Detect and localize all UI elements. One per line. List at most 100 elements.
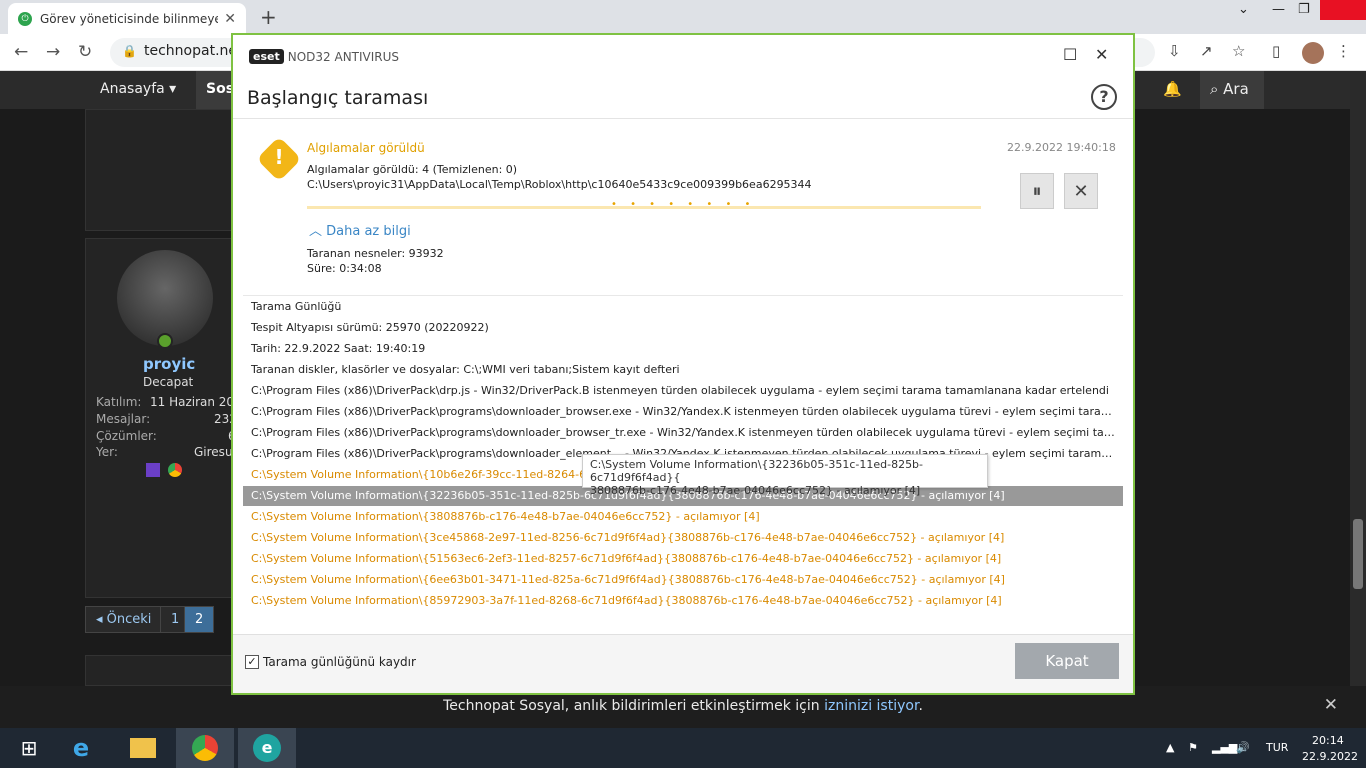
tray-chevron-icon[interactable]: ▲	[1166, 741, 1174, 754]
notice-end: .	[918, 698, 923, 714]
search-button[interactable]: ⌕ Ara	[1200, 71, 1264, 109]
close-window-button[interactable]	[1320, 0, 1366, 20]
help-icon[interactable]: ?	[1091, 84, 1117, 110]
bell-icon[interactable]: 🔔	[1163, 80, 1182, 98]
eset-logo: eset NOD32 ANTIVIRUS	[249, 49, 399, 64]
taskbar-chrome[interactable]	[176, 728, 234, 768]
log-row[interactable]: C:\Program Files (x86)\DriverPack\drp.js…	[243, 381, 1123, 401]
log-row[interactable]: Taranan diskler, klasörler ve dosyalar: …	[243, 360, 1123, 380]
tab-title: Görev yöneticisinde bilinmeyen p	[40, 11, 219, 26]
log-row[interactable]: Tarih: 22.9.2022 Saat: 19:40:19	[243, 339, 1123, 359]
power-icon: ⏻	[18, 11, 32, 26]
detection-count: Algılamalar görüldü: 4 (Temizlenen: 0)	[307, 163, 518, 176]
windows-icon: ⊞	[20, 736, 38, 760]
sidepanel-icon[interactable]: ▯	[1272, 42, 1280, 60]
install-icon[interactable]: ⇩	[1168, 42, 1181, 60]
flag-icon[interactable]: ⚑	[1188, 741, 1198, 754]
new-tab-button[interactable]: +	[260, 5, 277, 29]
save-log-checkbox[interactable]: ✓	[245, 655, 259, 669]
stop-button[interactable]: ✕	[1064, 173, 1098, 209]
reload-icon[interactable]: ↻	[78, 42, 92, 62]
close-button[interactable]: Kapat	[1015, 643, 1119, 679]
stat-label: Çözümler:	[96, 429, 157, 443]
taskbar-ie[interactable]: e	[52, 728, 110, 768]
log-row[interactable]: C:\Program Files (x86)\DriverPack\progra…	[243, 402, 1123, 422]
ie-icon: e	[72, 734, 90, 762]
log-row[interactable]: C:\System Volume Information\{3ce45868-2…	[243, 528, 1123, 548]
scrollbar-thumb[interactable]	[1353, 519, 1363, 589]
save-log-label: Tarama günlüğünü kaydır	[263, 655, 416, 669]
online-indicator	[157, 333, 173, 349]
eset-window: eset NOD32 ANTIVIRUS ☐ ✕ Başlangıç taram…	[231, 33, 1135, 695]
bookmark-star-icon[interactable]: ☆	[1232, 42, 1245, 60]
pause-button[interactable]: ⏸	[1020, 173, 1054, 209]
detection-path: C:\Users\proyic31\AppData\Local\Temp\Rob…	[307, 178, 812, 191]
profile-avatar[interactable]	[1302, 42, 1324, 64]
post-card	[85, 655, 235, 686]
tab-close-icon[interactable]: ✕	[224, 11, 236, 27]
share-icon[interactable]: ↗	[1200, 42, 1213, 60]
post-card	[85, 109, 235, 231]
eset-footer: ✓ Tarama günlüğünü kaydır Kapat	[233, 634, 1133, 693]
restore-button[interactable]: ❐	[1298, 2, 1310, 17]
chevron-up-icon: ︿	[309, 224, 323, 239]
log-row[interactable]: Tarama Günlüğü	[243, 297, 1123, 317]
page-title: Başlangıç taraması	[247, 87, 429, 109]
menu-dots-icon[interactable]: ⋮	[1336, 42, 1351, 60]
tooltip: C:\System Volume Information\{32236b05-3…	[582, 454, 988, 497]
product-name: NOD32 ANTIVIRUS	[287, 49, 400, 64]
close-icon[interactable]: ✕	[1324, 695, 1338, 715]
language-indicator[interactable]: TUR	[1266, 741, 1288, 754]
scanned-objects: Taranan nesneler: 93932	[307, 247, 444, 260]
network-icon[interactable]: ▂▄▆	[1212, 741, 1237, 754]
progress-dots: • • • • • • • •	[611, 199, 756, 210]
maximize-button[interactable]: ☐	[1063, 45, 1077, 64]
clock-time[interactable]: 20:14	[1312, 734, 1344, 747]
taskbar: ⊞ e e ▲ ⚑ ▂▄▆ 🔊 TUR 20:14 22.9.2022	[0, 728, 1366, 768]
browser-tab[interactable]: ⏻ Görev yöneticisinde bilinmeyen p ✕	[8, 3, 246, 34]
pager-prev[interactable]: ◂ Önceki	[85, 606, 163, 633]
less-info-link[interactable]: ︿ Daha az bilgi	[309, 220, 411, 239]
forward-icon[interactable]: →	[46, 42, 60, 62]
back-icon[interactable]: ←	[14, 42, 28, 62]
tooltip-line: 3808876b-c176-4e48-b7ae-04046e6cc752} - …	[590, 484, 921, 497]
log-row[interactable]: C:\System Volume Information\{85972903-3…	[243, 591, 1123, 611]
scan-duration: Süre: 0:34:08	[307, 262, 382, 275]
page-scrollbar[interactable]	[1350, 71, 1366, 728]
log-row[interactable]: C:\System Volume Information\{6ee63b01-3…	[243, 570, 1123, 590]
minimize-button[interactable]: —	[1272, 2, 1285, 17]
stat-label: Mesajlar:	[96, 412, 151, 426]
clock-date[interactable]: 22.9.2022	[1302, 750, 1358, 763]
log-row[interactable]: C:\Program Files (x86)\DriverPack\progra…	[243, 423, 1123, 443]
stat-label: Katılım:	[96, 395, 142, 409]
lock-icon: 🔒	[122, 44, 137, 58]
start-button[interactable]: ⊞	[0, 728, 58, 768]
notice-text: Technopat Sosyal, anlık bildirimleri etk…	[443, 698, 825, 714]
folder-icon	[130, 738, 156, 758]
browser-tab-strip: ⏻ Görev yöneticisinde bilinmeyen p ✕ + ⌄…	[0, 0, 1366, 34]
log-row[interactable]: C:\System Volume Information\{3808876b-c…	[243, 507, 1123, 527]
detection-time: 22.9.2022 19:40:18	[1007, 141, 1116, 154]
eset-icon: e	[253, 734, 281, 762]
chevron-down-icon[interactable]: ⌄	[1238, 2, 1249, 17]
notice-link[interactable]: izninizi istiyor	[824, 698, 918, 714]
taskbar-eset[interactable]: e	[238, 728, 296, 768]
avatar[interactable]	[117, 250, 213, 346]
log-row[interactable]: Tespit Altyapısı sürümü: 25970 (20220922…	[243, 318, 1123, 338]
log-row[interactable]: C:\System Volume Information\{51563ec6-2…	[243, 549, 1123, 569]
chrome-icon	[168, 463, 182, 477]
detection-title: Algılamalar görüldü	[307, 141, 425, 155]
nav-home[interactable]: Anasayfa ▾	[100, 81, 176, 97]
user-rank: Decapat	[143, 375, 194, 389]
exclamation-icon: !	[274, 145, 284, 169]
volume-icon[interactable]: 🔊	[1236, 741, 1250, 754]
eset-header: eset NOD32 ANTIVIRUS ☐ ✕ Başlangıç taram…	[233, 35, 1133, 119]
stat-label: Yer:	[96, 445, 118, 459]
close-window-button[interactable]: ✕	[1095, 45, 1108, 64]
chrome-icon	[192, 735, 218, 761]
tooltip-line: C:\System Volume Information\{32236b05-3…	[590, 458, 924, 484]
taskbar-explorer[interactable]	[114, 728, 172, 768]
pager-page-2[interactable]: 2	[184, 606, 215, 633]
username[interactable]: proyic	[143, 355, 195, 373]
windows-icon	[146, 463, 160, 477]
